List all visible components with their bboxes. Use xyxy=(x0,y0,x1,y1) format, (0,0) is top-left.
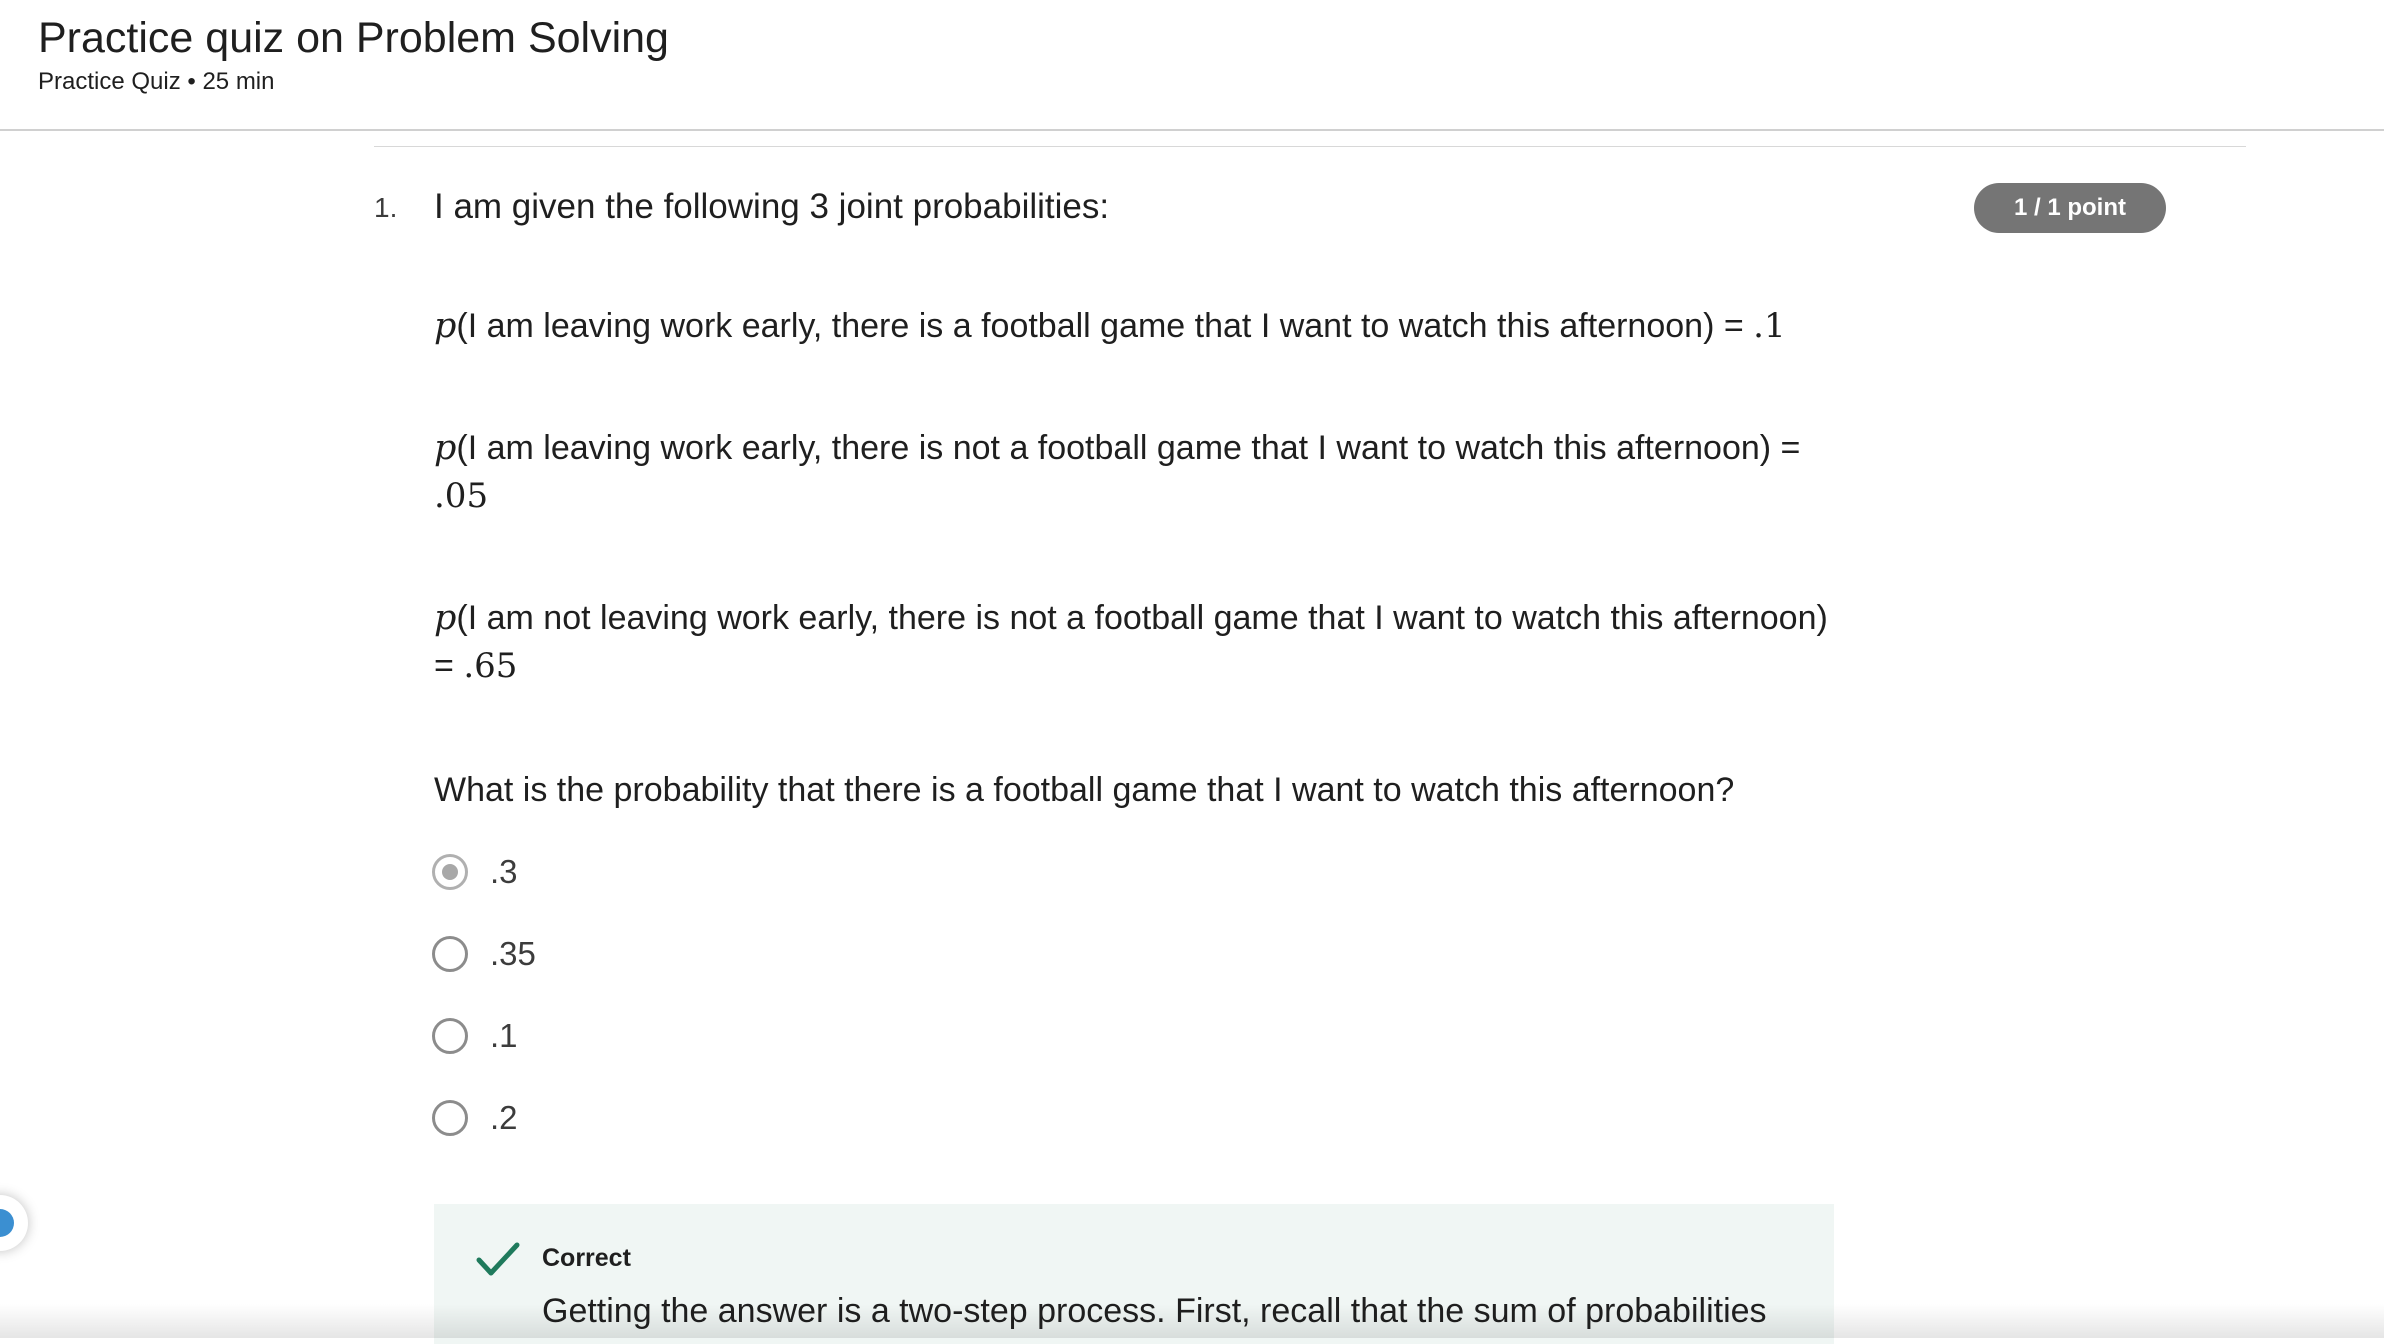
math-symbol: p xyxy=(434,598,457,638)
math-symbol: p xyxy=(434,428,457,468)
feedback-status: Correct xyxy=(542,1244,631,1272)
option-label: .2 xyxy=(490,1099,518,1136)
statement-text: (I am not leaving work early, there is n… xyxy=(434,599,1828,685)
option-label: .35 xyxy=(490,935,536,972)
statement-text: (I am leaving work early, there is a foo… xyxy=(456,307,1754,345)
option-label: .1 xyxy=(490,1017,518,1054)
assistant-launcher-icon[interactable] xyxy=(0,1195,28,1251)
probability-statement-3: p(I am not leaving work early, there is … xyxy=(434,594,1834,690)
answer-option-3[interactable]: .1 xyxy=(432,1014,518,1058)
radio-icon[interactable] xyxy=(432,936,468,972)
math-symbol: p xyxy=(434,306,457,346)
question-number: 1. xyxy=(374,192,398,223)
page-title: Practice quiz on Problem Solving xyxy=(38,14,669,62)
question-prompt: I am given the following 3 joint probabi… xyxy=(434,187,1110,226)
radio-icon[interactable] xyxy=(432,1018,468,1054)
question-ask: What is the probability that there is a … xyxy=(434,771,1735,809)
option-label: .3 xyxy=(490,853,518,890)
quiz-meta: Practice Quiz • 25 min xyxy=(38,68,275,95)
statement-value: .05 xyxy=(434,476,489,516)
points-badge: 1 / 1 point xyxy=(1974,183,2166,233)
statement-text: (I am leaving work early, there is not a… xyxy=(456,429,1801,467)
answer-option-4[interactable]: .2 xyxy=(432,1096,518,1140)
checkmark-icon xyxy=(476,1242,520,1283)
question-divider xyxy=(374,146,2246,147)
probability-statement-1: p(I am leaving work early, there is a fo… xyxy=(434,302,1834,350)
answer-option-2[interactable]: .35 xyxy=(432,932,536,976)
radio-selected-icon[interactable] xyxy=(432,854,468,890)
probability-statement-2: p(I am leaving work early, there is not … xyxy=(434,424,1834,520)
answer-option-1[interactable]: .3 xyxy=(432,850,518,894)
statement-value: .65 xyxy=(463,646,518,686)
statement-value: .1 xyxy=(1753,306,1786,346)
radio-icon[interactable] xyxy=(432,1100,468,1136)
quiz-header: Practice quiz on Problem Solving Practic… xyxy=(0,0,2384,131)
bottom-shadow xyxy=(0,1304,2384,1338)
